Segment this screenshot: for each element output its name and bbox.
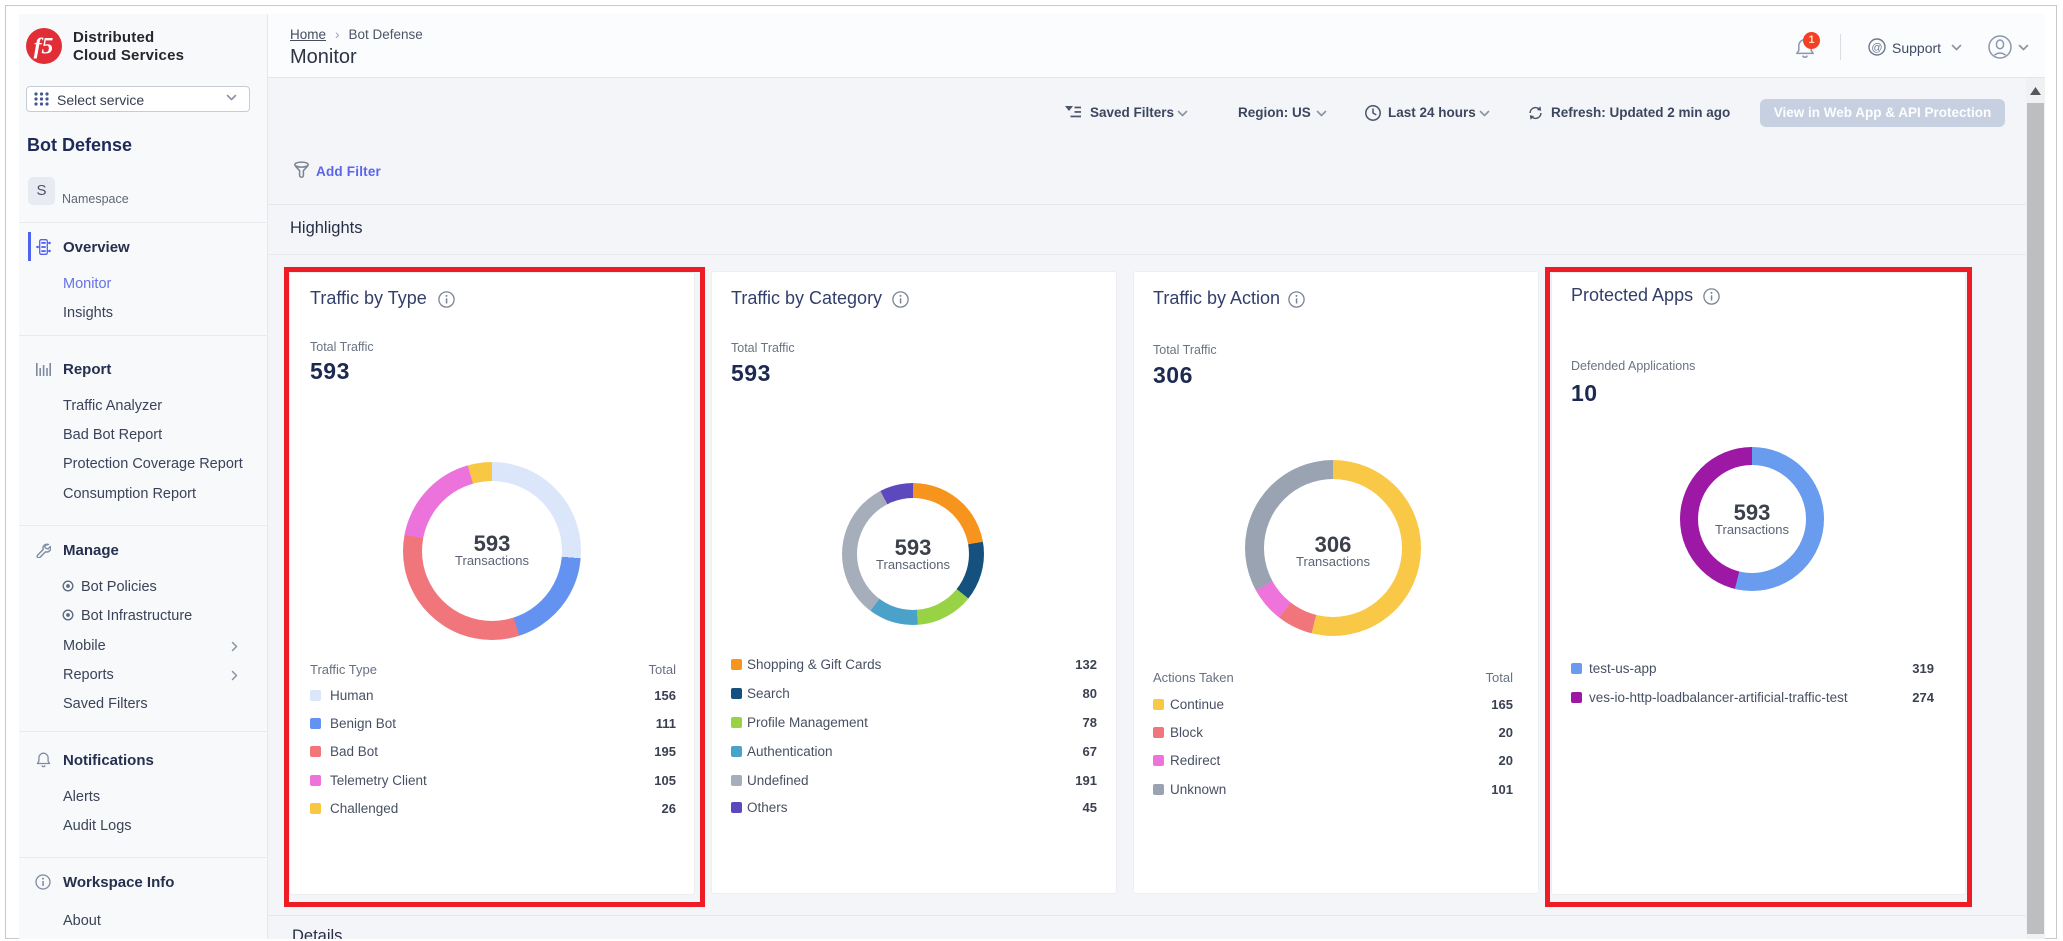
svg-text:f5: f5 xyxy=(34,34,54,60)
svg-text:@: @ xyxy=(1871,42,1882,54)
